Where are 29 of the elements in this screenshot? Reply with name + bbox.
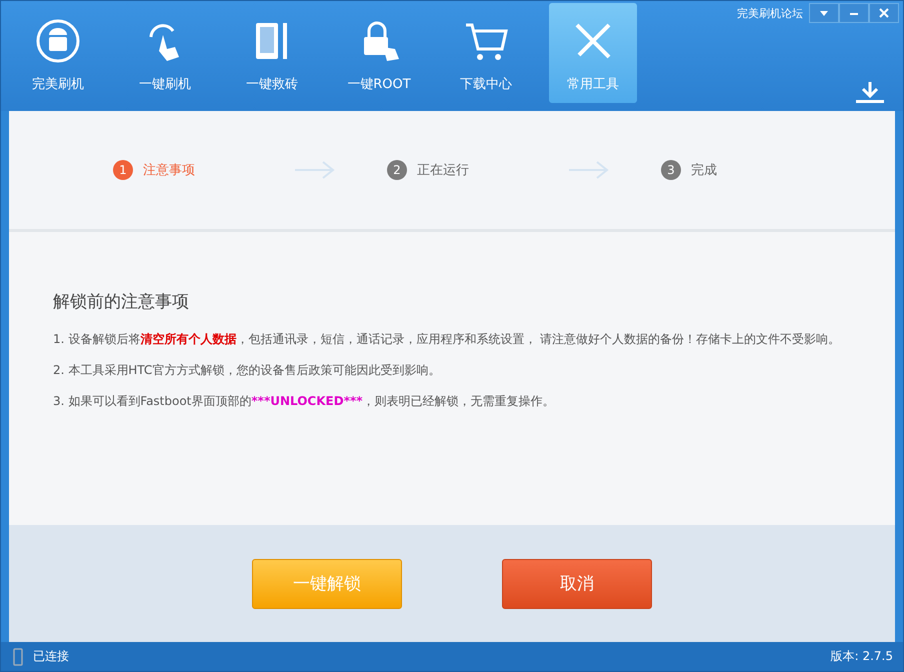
nav-tab[interactable]: 下载中心: [442, 3, 530, 103]
close-button[interactable]: [869, 3, 899, 23]
minimize-button[interactable]: [839, 3, 869, 23]
forum-link[interactable]: 完美刷机论坛: [737, 6, 803, 20]
nav-tab[interactable]: 一键ROOT: [335, 3, 423, 103]
cancel-button[interactable]: 取消: [502, 558, 652, 608]
download-icon[interactable]: [855, 81, 885, 105]
arrow-icon: [293, 160, 337, 180]
nav-tab[interactable]: 一键刷机: [121, 3, 209, 103]
caret-icon: [819, 8, 829, 18]
nav-tab[interactable]: 常用工具: [549, 3, 637, 103]
phone-icon: [13, 648, 23, 666]
notice-text: 3. 如果可以看到Fastboot界面顶部的***UNLOCKED***，则表明已经解锁，无需重复操作。: [53, 393, 556, 410]
notice-title: 解锁前的注意事项: [53, 291, 190, 313]
step-label: 完成: [691, 162, 717, 179]
arrow-icon: [567, 160, 611, 180]
step-number: 2: [387, 160, 407, 180]
step-number: 1: [113, 160, 133, 180]
notice-text: 2. 本工具采用HTC官方方式解锁，您的设备售后政策可能因此受到影响。: [53, 362, 442, 379]
step-label: 注意事项: [143, 162, 195, 179]
nav-tab[interactable]: 一键救砖: [228, 3, 316, 103]
nav-tab[interactable]: 完美刷机: [14, 3, 102, 103]
connection-status: 已连接: [33, 648, 69, 665]
step-number: 3: [661, 160, 681, 180]
dropdown-button[interactable]: [809, 3, 839, 23]
close-icon: [879, 8, 889, 18]
step-label: 正在运行: [417, 162, 469, 179]
notice-text: 1. 设备解锁后将清空所有个人数据，包括通讯录，短信，通话记录，应用程序和系统设置， 请注意做好个人数据的备份！存储卡上的文件不受影响。: [53, 331, 842, 348]
version-label: 版本: 2.7.5: [830, 648, 893, 665]
